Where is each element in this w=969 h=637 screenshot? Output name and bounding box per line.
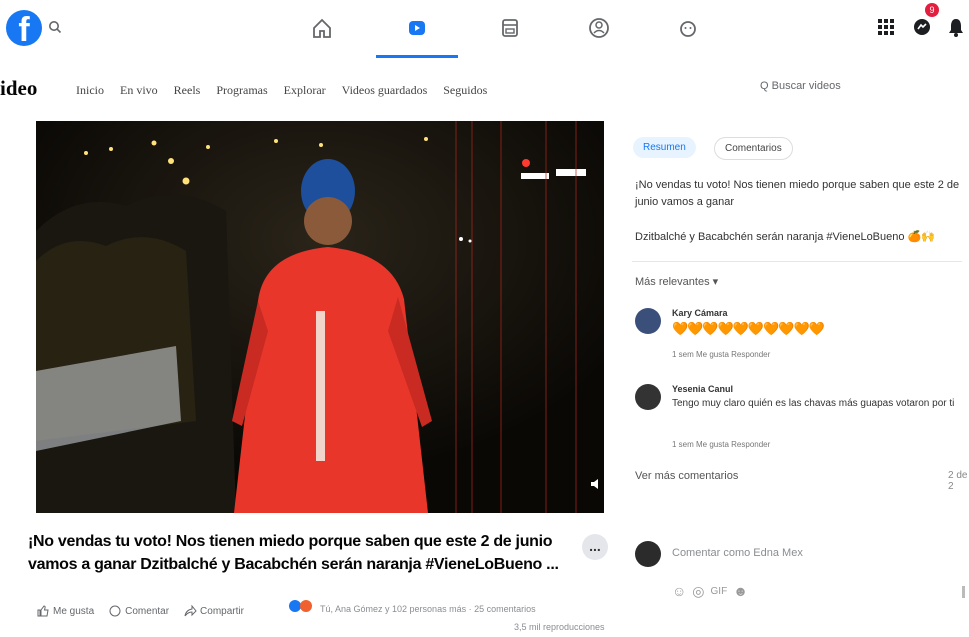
post-action-bar: Me gusta Comentar Compartir <box>36 604 244 618</box>
like-button[interactable]: Me gusta <box>36 604 94 618</box>
tab-resumen[interactable]: Resumen <box>633 137 696 158</box>
reactions-summary[interactable]: Tú, Ana Gómez y 102 personas más · 25 co… <box>320 604 536 614</box>
user-avatar <box>635 541 661 567</box>
video-tabs: Inicio En vivo Reels Programas Explorar … <box>70 80 493 101</box>
video-player[interactable] <box>36 121 604 513</box>
marketplace-icon[interactable] <box>496 14 524 42</box>
comment-button[interactable]: Comentar <box>108 604 169 618</box>
notifications-bell-icon[interactable] <box>943 14 969 40</box>
like-label: Me gusta <box>53 605 95 617</box>
divider <box>632 261 962 262</box>
search-icon[interactable] <box>48 20 62 34</box>
share-icon <box>184 604 197 617</box>
reaction-icons[interactable] <box>288 599 318 613</box>
comment-author[interactable]: Kary Cámara <box>672 308 728 318</box>
comment-meta[interactable]: 1 sem Me gusta Responder <box>672 440 770 449</box>
avatar[interactable] <box>635 308 661 334</box>
home-icon[interactable] <box>308 14 336 42</box>
post-description: ¡No vendas tu voto! Nos tienen miedo por… <box>635 179 960 208</box>
comment-sort-dropdown[interactable]: Más relevantes ▾ <box>635 275 718 288</box>
comment-input[interactable]: Comentar como Edna Mex <box>672 547 803 559</box>
comment-text: 🧡🧡🧡🧡🧡🧡🧡🧡🧡🧡 <box>672 321 825 336</box>
comments-count: 2 de 2 <box>948 470 968 492</box>
comment-author[interactable]: Yesenia Canul <box>672 384 733 394</box>
gif-icon[interactable]: GIF <box>711 583 728 601</box>
like-icon <box>37 605 49 617</box>
view-more-comments-link[interactable]: Ver más comentarios <box>635 470 738 482</box>
scrollbar[interactable] <box>962 586 965 598</box>
tab-reels[interactable]: Reels <box>168 80 207 101</box>
comment-label: Comentar <box>125 605 170 617</box>
page-title: ideo <box>0 76 38 100</box>
views-count: 3,5 mil reproducciones <box>514 622 605 632</box>
active-tab-indicator <box>376 55 458 58</box>
avatar[interactable] <box>635 384 661 410</box>
comment-icon <box>109 605 121 617</box>
tab-explorar[interactable]: Explorar <box>278 80 332 101</box>
top-navigation-bar: f 9 <box>0 0 969 62</box>
tab-inicio[interactable]: Inicio <box>70 80 110 101</box>
search-videos-input[interactable]: Q Buscar videos <box>760 80 841 92</box>
tab-videos-guardados[interactable]: Videos guardados <box>336 80 434 101</box>
tab-seguidos[interactable]: Seguidos <box>437 80 493 101</box>
share-button[interactable]: Compartir <box>183 604 244 618</box>
tab-en-vivo[interactable]: En vivo <box>114 80 164 101</box>
notification-badge: 9 <box>925 3 939 17</box>
details-panel: Resumen Comentarios ¡No vendas tu voto! … <box>622 121 969 637</box>
video-icon[interactable] <box>403 14 431 42</box>
volume-icon[interactable] <box>589 477 603 491</box>
comment-meta[interactable]: 1 sem Me gusta Responder <box>672 350 770 359</box>
share-label: Compartir <box>200 605 244 617</box>
emoji-icon[interactable]: ☺ <box>672 583 686 601</box>
facebook-logo[interactable]: f <box>6 10 42 46</box>
video-frame <box>36 121 604 513</box>
camera-icon[interactable]: ◎ <box>692 583 704 601</box>
sticker-icon[interactable]: ☻ <box>733 583 748 601</box>
post-description-hashtag: Dzitbalché y Bacabchén serán naranja #Vi… <box>635 231 935 243</box>
post-caption: ¡No vendas tu voto! Nos tienen miedo por… <box>28 533 559 573</box>
gaming-icon[interactable] <box>674 14 702 42</box>
menu-grid-icon[interactable] <box>873 14 899 40</box>
tab-programas[interactable]: Programas <box>210 80 273 101</box>
comment-text: Tengo muy claro quién es las chavas más … <box>672 398 955 409</box>
composer-toolbar: ☺ ◎ GIF ☻ <box>672 583 748 601</box>
tab-comentarios[interactable]: Comentarios <box>714 137 793 160</box>
groups-icon[interactable] <box>585 14 613 42</box>
more-options-button[interactable]: ... <box>582 534 608 560</box>
messenger-icon[interactable] <box>909 14 935 40</box>
